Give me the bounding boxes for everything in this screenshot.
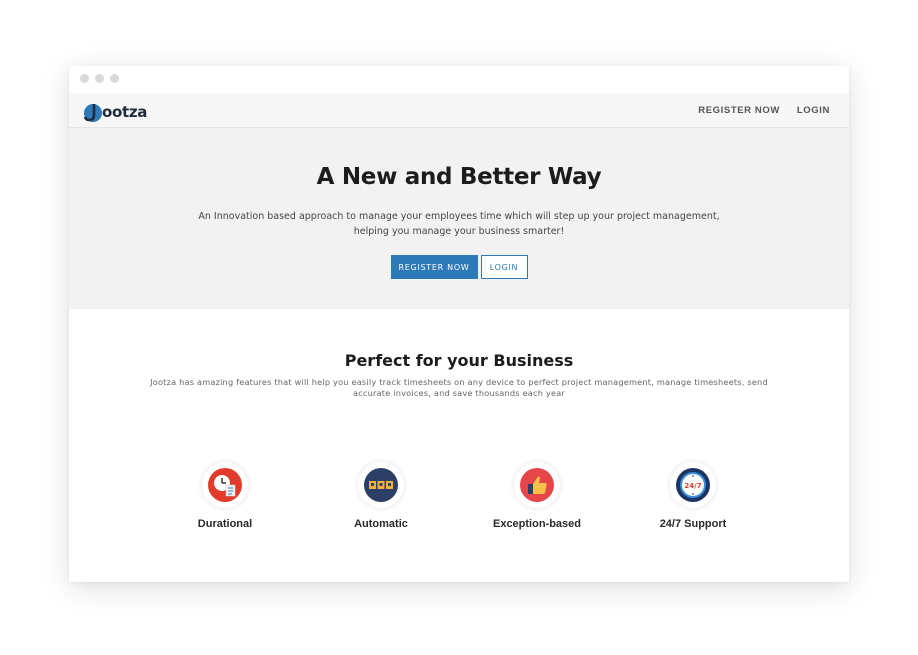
window-dot-close[interactable] xyxy=(80,74,89,83)
features-section: Perfect for your Business Jootza has ama… xyxy=(69,309,849,582)
feature-durational: Durational xyxy=(155,462,295,530)
window-dot-minimize[interactable] xyxy=(95,74,104,83)
clock-document-icon xyxy=(208,468,242,502)
feature-automatic: Automatic xyxy=(311,462,451,530)
features-subtitle: Jootza has amazing features that will he… xyxy=(139,377,779,399)
hero-title: A New and Better Way xyxy=(316,164,602,190)
window-dot-maximize[interactable] xyxy=(110,74,119,83)
features-subtitle-line2: accurate invoices, and save thousands ea… xyxy=(353,388,565,398)
hero-register-button[interactable]: REGISTER NOW xyxy=(390,255,478,279)
feature-label: Durational xyxy=(197,518,253,530)
feature-exception-based: Exception-based xyxy=(467,462,607,530)
features-title: Perfect for your Business xyxy=(344,351,574,370)
thumbs-up-icon xyxy=(520,468,554,502)
feature-icon-badge: 24/7 xyxy=(670,462,716,508)
hero-subtitle-line1: An Innovation based approach to manage y… xyxy=(198,211,720,222)
hero-section: A New and Better Way An Innovation based… xyxy=(69,128,849,309)
logo-text: ootza xyxy=(102,103,148,121)
feature-icon-badge xyxy=(202,462,248,508)
window-titlebar xyxy=(69,66,849,93)
browser-window: ootza REGISTER NOW LOGIN A New and Bette… xyxy=(69,66,849,582)
logo-mark-icon xyxy=(83,104,102,122)
feature-label: Exception-based xyxy=(492,518,582,530)
automation-icon xyxy=(364,468,398,502)
hero-login-button[interactable]: LOGIN xyxy=(480,255,528,279)
site-navbar: ootza REGISTER NOW LOGIN xyxy=(69,93,849,128)
hero-subtitle-line2: helping you manage your business smarter… xyxy=(353,226,565,237)
features-subtitle-line1: Jootza has amazing features that will he… xyxy=(150,377,768,387)
feature-icon-badge xyxy=(358,462,404,508)
feature-label: 24/7 Support xyxy=(659,518,727,530)
support-clock-text: 24/7 xyxy=(684,482,701,490)
feature-label: Automatic xyxy=(354,518,408,530)
nav-login-link[interactable]: LOGIN xyxy=(797,105,830,116)
nav-links: REGISTER NOW LOGIN xyxy=(698,105,830,116)
support-clock-icon: 24/7 xyxy=(676,468,710,502)
feature-support: 24/7 24/7 Support xyxy=(623,462,763,530)
feature-icon-badge xyxy=(514,462,560,508)
jootza-logo[interactable]: ootza xyxy=(83,101,147,123)
hero-subtitle: An Innovation based approach to manage y… xyxy=(179,209,739,239)
nav-register-link[interactable]: REGISTER NOW xyxy=(698,105,780,116)
hero-buttons: REGISTER NOW LOGIN xyxy=(69,255,849,279)
